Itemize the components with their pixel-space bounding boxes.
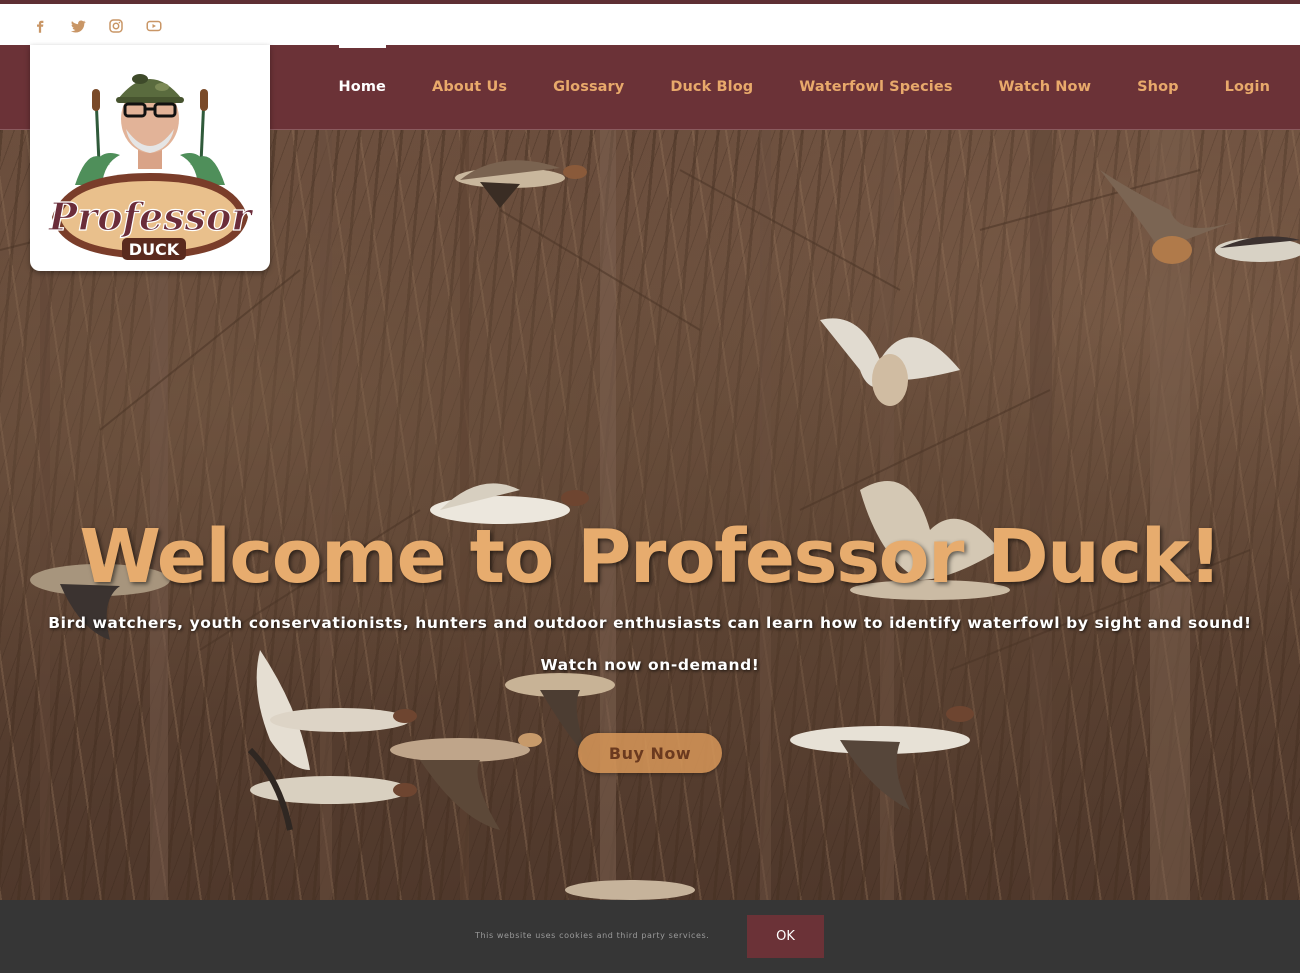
hero-title: Welcome to Professor Duck!	[79, 514, 1222, 600]
facebook-icon[interactable]	[30, 16, 50, 36]
logo-wordmark-professor: Professor	[48, 194, 255, 239]
nav-duck-blog[interactable]: Duck Blog	[670, 45, 753, 130]
cookie-banner: This website uses cookies and third part…	[0, 900, 1300, 973]
hero-subtitle: Bird watchers, youth conservationists, h…	[48, 614, 1252, 632]
main-nav: Home About Us Glossary Duck Blog Waterfo…	[293, 45, 1270, 130]
nav-login[interactable]: Login	[1225, 45, 1270, 130]
nav-watch-now[interactable]: Watch Now	[999, 45, 1092, 130]
social-links	[30, 16, 164, 36]
nav-shop[interactable]: Shop	[1137, 45, 1179, 130]
professor-duck-logo-image: Professor DUCK	[47, 74, 255, 260]
nav-about-us[interactable]: About Us	[432, 45, 507, 130]
nav-home[interactable]: Home	[338, 45, 387, 130]
cookie-notice-text: This website uses cookies and third part…	[475, 931, 710, 940]
cookie-ok-button[interactable]: OK	[747, 915, 824, 958]
logo-wordmark-duck: DUCK	[129, 240, 180, 259]
nav-glossary[interactable]: Glossary	[553, 45, 624, 130]
instagram-icon[interactable]	[106, 16, 126, 36]
twitter-icon[interactable]	[68, 16, 88, 36]
site-logo[interactable]: Professor DUCK	[30, 45, 270, 271]
social-bar	[0, 0, 1300, 45]
hero-watch-now-text: Watch now on-demand!	[540, 656, 760, 674]
youtube-icon[interactable]	[144, 16, 164, 36]
buy-now-button[interactable]: Buy Now	[578, 733, 722, 773]
nav-waterfowl-species[interactable]: Waterfowl Species	[799, 45, 952, 130]
